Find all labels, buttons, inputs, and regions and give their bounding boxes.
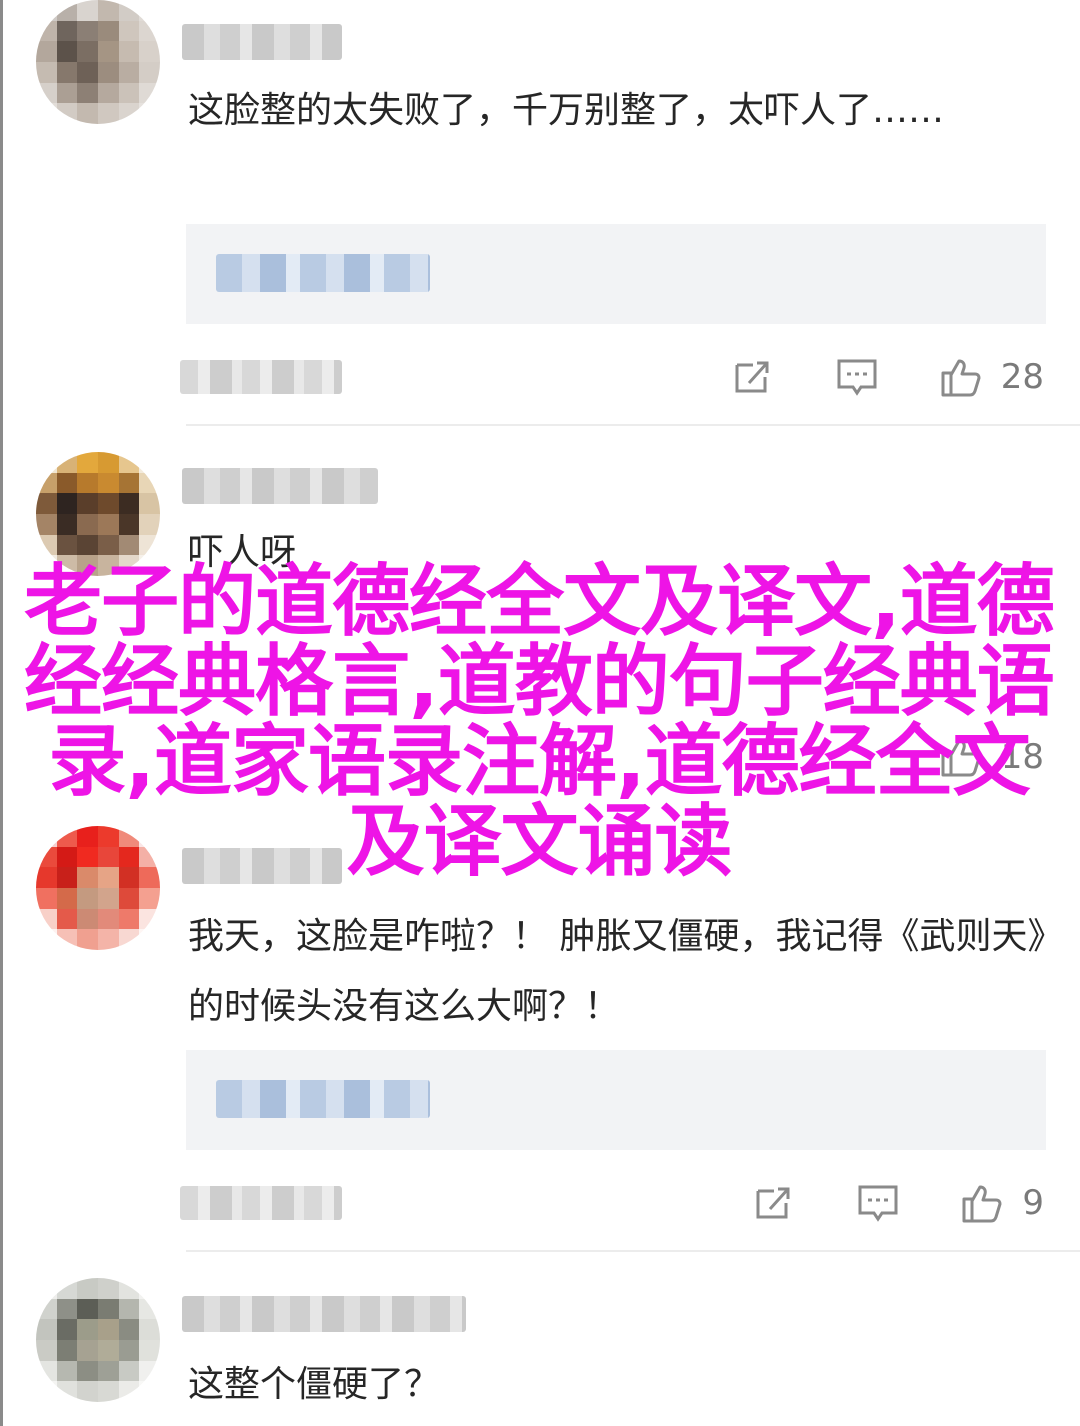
overlay-title: 老子的道德经全文及译文,道德经经典格言,道教的句子经典语录,道家语录注解,道德经… [24,557,1055,887]
like-button[interactable]: 28 [939,355,1044,399]
divider [186,1250,1080,1252]
comment-text: 我天，这脸是咋啦？！ 肿胀又僵硬，我记得《武则天》的时候头没有这么大啊？！ [188,916,1046,1027]
username-blurred[interactable] [182,1296,466,1332]
comment-actions: 28 [731,352,1044,402]
username-blurred[interactable] [182,468,378,504]
reply-icon[interactable] [835,355,879,399]
quoted-reply[interactable] [186,224,1046,324]
username-blurred[interactable] [182,24,342,60]
timestamp-blurred [180,360,342,394]
share-icon[interactable] [731,355,775,399]
thumbs-up-icon [941,359,981,397]
comment-text: 这脸整的太失败了，千万别整了，太吓人了…… [188,90,945,131]
comment-actions: 9 [752,1178,1044,1228]
like-button[interactable]: 9 [960,1181,1044,1225]
like-count: 28 [1000,357,1044,397]
quoted-reply[interactable] [186,1050,1046,1150]
timestamp-blurred [180,1186,342,1220]
divider [186,424,1080,426]
comment-text: 这整个僵硬了？ [188,1364,441,1405]
like-count: 9 [1022,1183,1044,1223]
avatar[interactable] [36,0,160,124]
share-icon[interactable] [752,1181,796,1225]
thumbs-up-icon [962,1185,1002,1223]
quoted-text-blurred [216,1080,430,1118]
reply-icon[interactable] [856,1181,900,1225]
quoted-text-blurred [216,254,430,292]
avatar[interactable] [36,1278,160,1402]
frame-edge [0,0,3,1426]
